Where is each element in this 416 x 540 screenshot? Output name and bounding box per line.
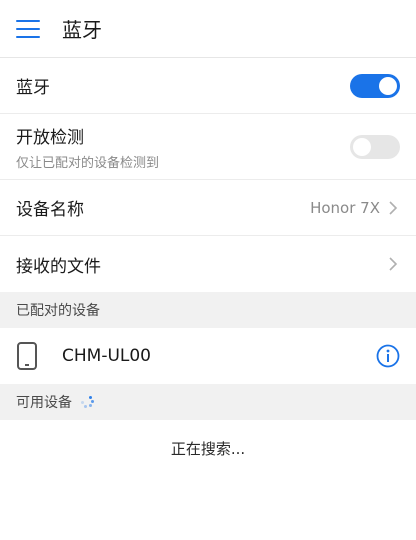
received-files-label: 接收的文件 <box>16 256 101 277</box>
phone-icon <box>16 342 38 370</box>
chevron-right-icon <box>386 200 400 215</box>
toggle-knob <box>379 76 397 95</box>
discoverable-label: 开放检测 <box>16 127 84 148</box>
available-devices-label: 可用设备 <box>16 395 72 411</box>
discoverable-sublabel: 仅让已配对的设备检测到 <box>16 155 160 171</box>
search-status: 正在搜索... <box>170 439 246 458</box>
loading-spinner-icon <box>80 395 94 409</box>
paired-device-row[interactable]: CHM-UL00 <box>0 328 416 384</box>
device-name-row[interactable]: 设备名称 Honor 7X <box>0 180 416 236</box>
device-name-label: 设备名称 <box>16 200 84 220</box>
paired-device-name: CHM-UL00 <box>62 346 152 366</box>
paired-devices-header: 已配对的设备 <box>0 292 416 328</box>
received-files-row[interactable]: 接收的文件 <box>0 236 416 292</box>
bluetooth-label: 蓝牙 <box>16 78 50 98</box>
page-title: 蓝牙 <box>62 18 102 42</box>
bluetooth-toggle[interactable] <box>350 73 400 98</box>
bluetooth-row[interactable]: 蓝牙 <box>0 58 416 114</box>
available-devices-header: 可用设备 <box>0 384 416 420</box>
app-header: 蓝牙 <box>0 0 416 58</box>
info-icon[interactable] <box>376 344 400 368</box>
discoverable-toggle[interactable] <box>350 134 400 159</box>
chevron-right-icon <box>386 257 400 271</box>
discoverable-row[interactable]: 开放检测 仅让已配对的设备检测到 <box>0 114 416 180</box>
device-name-value: Honor 7X <box>310 198 380 217</box>
menu-icon[interactable] <box>16 19 40 38</box>
toggle-knob <box>353 137 371 156</box>
